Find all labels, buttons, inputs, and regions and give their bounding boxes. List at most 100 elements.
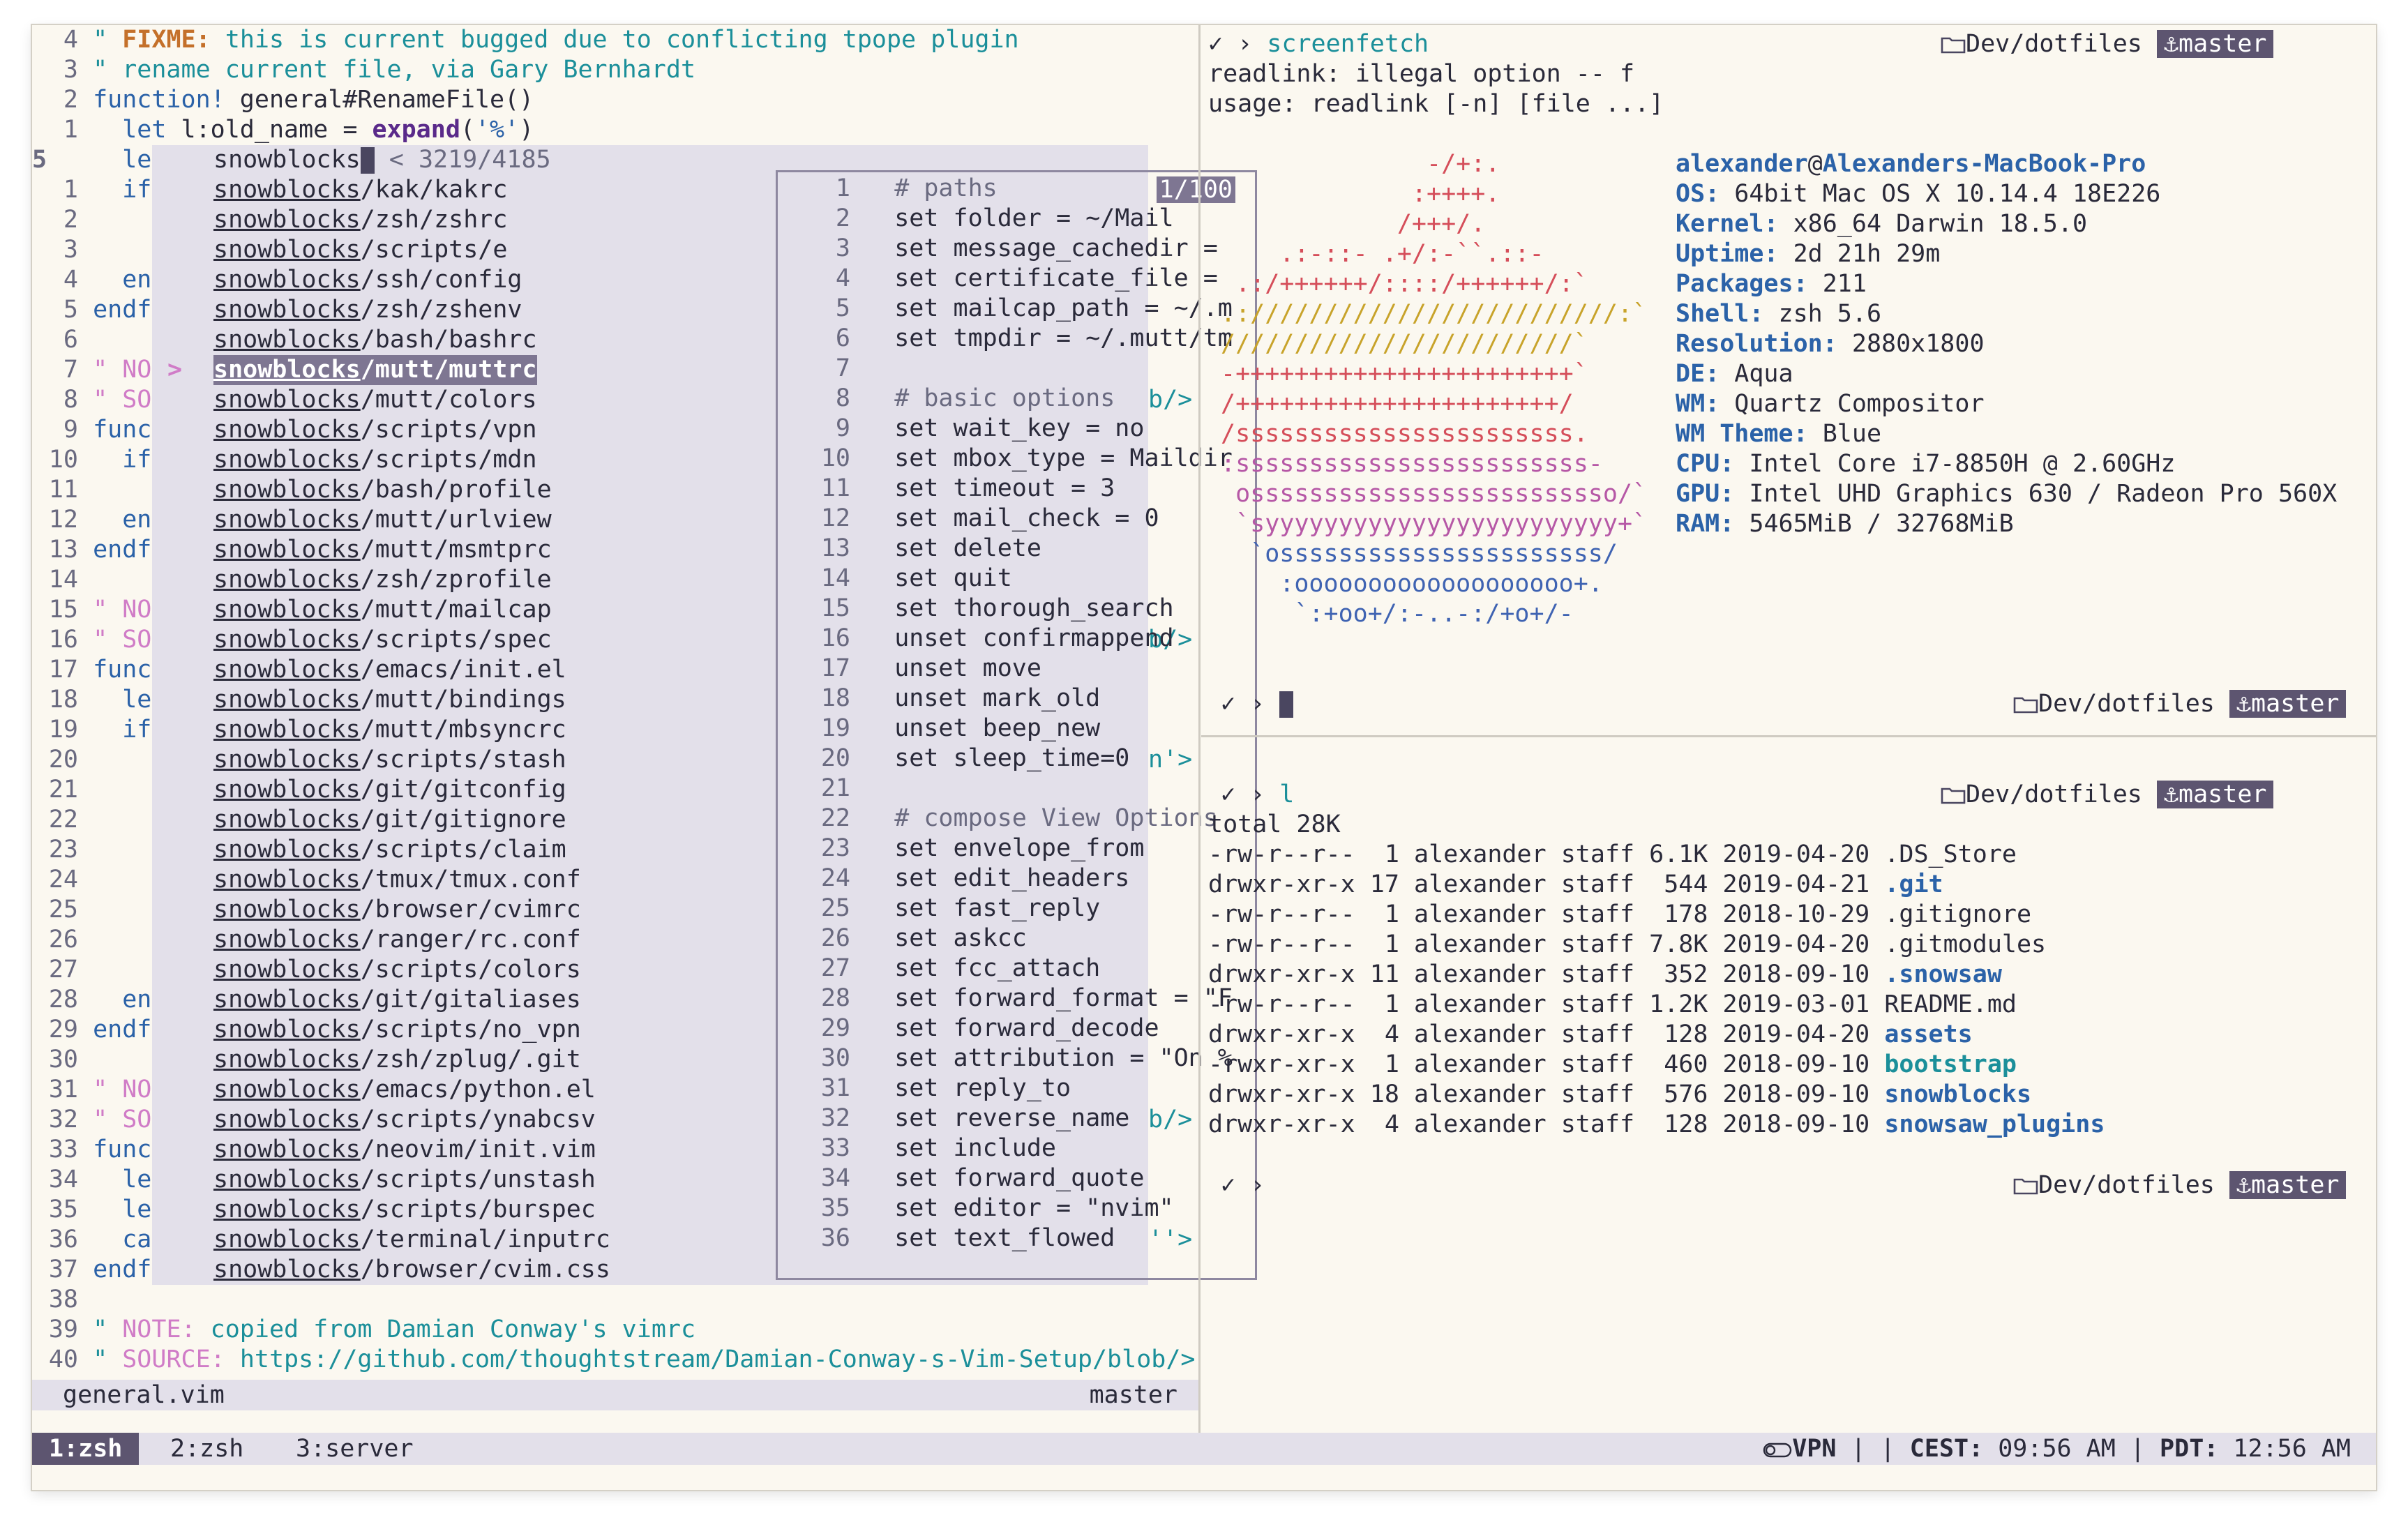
fzf-result-item[interactable]: snowblocks/git/gitconfig bbox=[213, 775, 566, 805]
fzf-result-item[interactable]: snowblocks/scripts/colors bbox=[213, 955, 581, 985]
ls-entry[interactable]: drwxr-xr-x 18 alexander staff 576 2018-0… bbox=[1208, 1080, 2031, 1110]
fzf-result-item[interactable]: snowblocks/git/gitaliases bbox=[213, 985, 581, 1015]
fzf-result-item[interactable]: snowblocks/scripts/stash bbox=[213, 745, 566, 775]
path-rest: /bash/bashrc bbox=[360, 326, 537, 354]
ls-entry[interactable]: -rw-r--r-- 1 alexander staff 7.8K 2019-0… bbox=[1208, 930, 2046, 960]
ls-entry[interactable]: -rwxr-xr-x 1 alexander staff 460 2018-09… bbox=[1208, 1050, 2017, 1080]
fzf-result-item[interactable]: snowblocks/scripts/unstash bbox=[213, 1165, 596, 1195]
pane-divider-horizontal[interactable] bbox=[1201, 735, 2376, 737]
preview-line-number: 8 bbox=[835, 384, 850, 412]
ls-entry[interactable]: drwxr-xr-x 4 alexander staff 128 2018-09… bbox=[1208, 1110, 2105, 1140]
vpn-toggle-icon bbox=[1763, 1443, 1792, 1458]
pane-divider-vertical[interactable] bbox=[1198, 25, 1201, 1433]
fzf-result-item[interactable]: snowblocks/mutt/urlview bbox=[213, 505, 552, 535]
prompt-line-active[interactable]: ✓ › bbox=[1221, 689, 1294, 719]
preview-line-number: 22 bbox=[820, 804, 850, 832]
fzf-result-item[interactable]: snowblocks/mutt/muttrc bbox=[213, 355, 537, 385]
fzf-result-item[interactable]: snowblocks/mutt/msmtprc bbox=[213, 535, 552, 565]
tmux-window-tab[interactable]: 2:zsh bbox=[153, 1433, 260, 1465]
fzf-result-item[interactable]: snowblocks/scripts/vpn bbox=[213, 415, 537, 445]
fzf-result-item[interactable]: snowblocks/kak/kakrc bbox=[213, 175, 507, 205]
fzf-prompt-line[interactable]: snowblocks < 3219/4185 bbox=[213, 145, 551, 175]
preview-text: set reply_to bbox=[894, 1074, 1071, 1102]
fzf-result-item[interactable]: snowblocks/scripts/claim bbox=[213, 835, 566, 865]
preview-line-number: 28 bbox=[820, 984, 850, 1012]
fzf-result-item[interactable]: snowblocks/zsh/zshrc bbox=[213, 205, 507, 235]
code-line: 19 if bbox=[32, 715, 152, 745]
info-value: x86_64 Darwin 18.5.0 bbox=[1778, 210, 2088, 238]
ls-entry[interactable]: -rw-r--r-- 1 alexander staff 6.1K 2019-0… bbox=[1208, 840, 2017, 870]
anchor-icon: ⚓ bbox=[2236, 690, 2252, 718]
ls-entry[interactable]: drwxr-xr-x 17 alexander staff 544 2019-0… bbox=[1208, 870, 1943, 900]
preview-line: 21 bbox=[778, 774, 894, 804]
tmux-window-tab[interactable]: 3:server bbox=[279, 1433, 430, 1465]
info-value: Blue bbox=[1807, 420, 1882, 448]
line-number: 13 bbox=[48, 536, 78, 564]
fzf-result-item[interactable]: snowblocks/zsh/zplug/.git bbox=[213, 1045, 581, 1075]
fzf-result-item[interactable]: snowblocks/browser/cvim.css bbox=[213, 1255, 610, 1285]
fzf-result-item[interactable]: snowblocks/scripts/e bbox=[213, 235, 507, 265]
prompt-line-idle[interactable]: ✓ › bbox=[1221, 1170, 1265, 1200]
path-rest: /kak/kakrc bbox=[360, 176, 508, 204]
fzf-result-item[interactable]: snowblocks/mutt/mailcap bbox=[213, 595, 552, 625]
fzf-result-item[interactable]: snowblocks/tmux/tmux.conf bbox=[213, 865, 581, 895]
ls-meta: drwxr-xr-x 4 alexander staff 128 2018-09… bbox=[1208, 1110, 1885, 1138]
fzf-count: < 3219/4185 bbox=[389, 146, 551, 174]
info-value: 5465MiB / 32768MiB bbox=[1734, 510, 2014, 538]
fzf-result-item[interactable]: snowblocks/ssh/config bbox=[213, 265, 522, 295]
fzf-result-item[interactable]: snowblocks/ranger/rc.conf bbox=[213, 925, 581, 955]
fzf-result-item[interactable]: snowblocks/scripts/mdn bbox=[213, 445, 537, 475]
fzf-result-item[interactable]: snowblocks/scripts/no_vpn bbox=[213, 1015, 581, 1045]
fzf-popup[interactable]: snowblocks < 3219/4185 snowblocks/kak/ka… bbox=[152, 145, 1257, 1285]
path-rest: /browser/cvimrc bbox=[360, 896, 581, 924]
ls-entry[interactable]: -rw-r--r-- 1 alexander staff 1.2K 2019-0… bbox=[1208, 990, 2017, 1020]
screenfetch-info-row: WM Theme: Blue bbox=[1676, 419, 1881, 449]
fzf-result-item[interactable]: snowblocks/bash/bashrc bbox=[213, 325, 537, 355]
fzf-result-item[interactable]: snowblocks/neovim/init.vim bbox=[213, 1135, 596, 1165]
fzf-result-item[interactable]: snowblocks/zsh/zshenv bbox=[213, 295, 522, 325]
screenfetch-info-row: CPU: Intel Core i7-8850H @ 2.60GHz bbox=[1676, 449, 2175, 479]
fzf-result-item[interactable]: snowblocks/scripts/ynabcsv bbox=[213, 1105, 596, 1135]
preview-text: unset mark_old bbox=[894, 684, 1101, 712]
fzf-query[interactable]: snowblocks bbox=[213, 146, 361, 174]
apple-ascii-logo-line: :ooooooooooooooooooo+. bbox=[1221, 570, 1603, 598]
username: alexander bbox=[1676, 150, 1808, 178]
ls-meta: drwxr-xr-x 11 alexander staff 352 2018-0… bbox=[1208, 961, 1885, 988]
comment-tag: NOTE: bbox=[122, 1316, 196, 1343]
tmux-window-tab[interactable]: 1:zsh bbox=[32, 1433, 140, 1465]
preview-text: set wait_key = no bbox=[894, 414, 1145, 442]
fzf-result-item[interactable]: snowblocks/mutt/bindings bbox=[213, 685, 566, 715]
fzf-result-item[interactable]: snowblocks/terminal/inputrc bbox=[213, 1225, 610, 1255]
fzf-result-item[interactable]: snowblocks/git/gitignore bbox=[213, 805, 566, 835]
preview-line: 25 set fast_reply bbox=[778, 894, 1100, 924]
fzf-result-item[interactable]: snowblocks/bash/profile bbox=[213, 475, 552, 505]
comment-text: this is current bugged due to conflictin… bbox=[210, 26, 1019, 54]
path-rest: /git/gitconfig bbox=[360, 776, 566, 804]
ls-entry[interactable]: -rw-r--r-- 1 alexander staff 178 2018-10… bbox=[1208, 900, 2031, 930]
fzf-result-item[interactable]: snowblocks/mutt/colors bbox=[213, 385, 537, 415]
ls-entry[interactable]: drwxr-xr-x 4 alexander staff 128 2019-04… bbox=[1208, 1020, 1973, 1050]
code-line: 29 endf bbox=[32, 1015, 152, 1045]
preview-text: set edit_headers bbox=[894, 864, 1130, 892]
fzf-result-item[interactable]: snowblocks/emacs/python.el bbox=[213, 1075, 596, 1105]
line-number: 14 bbox=[48, 566, 78, 594]
fzf-result-item[interactable]: snowblocks/scripts/spec bbox=[213, 625, 552, 655]
fzf-result-item[interactable]: snowblocks/scripts/burspec bbox=[213, 1195, 596, 1225]
ls-entry[interactable]: drwxr-xr-x 11 alexander staff 352 2018-0… bbox=[1208, 960, 2002, 990]
fzf-result-item[interactable]: snowblocks/zsh/zprofile bbox=[213, 565, 552, 595]
path-rest: /zsh/zprofile bbox=[360, 566, 552, 594]
current-line-number: 5 bbox=[32, 146, 47, 174]
fzf-result-item[interactable]: snowblocks/emacs/init.el bbox=[213, 655, 566, 685]
fzf-result-item[interactable]: snowblocks/mutt/mbsyncrc bbox=[213, 715, 566, 745]
fzf-result-item[interactable]: snowblocks/browser/cvimrc bbox=[213, 895, 581, 925]
code-text: ca bbox=[93, 1226, 152, 1253]
